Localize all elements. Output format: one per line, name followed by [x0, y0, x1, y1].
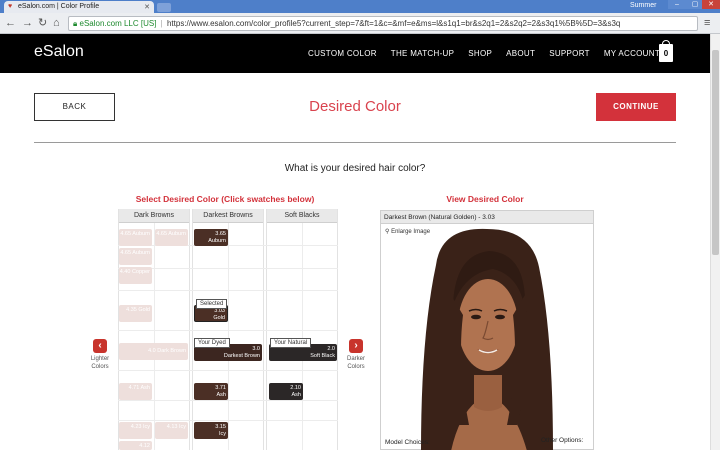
continue-button[interactable]: CONTINUE: [596, 93, 676, 121]
face: [458, 279, 518, 371]
column-header: Soft Blacks: [267, 209, 337, 223]
nav-support[interactable]: SUPPORT: [549, 49, 590, 58]
nav-custom-color[interactable]: CUSTOM COLOR: [308, 49, 377, 58]
swatch-3-15-icy[interactable]: 3.15 Icy: [194, 422, 228, 439]
site-logo[interactable]: eSalon: [34, 43, 84, 61]
other-options-label: Other Options:: [541, 437, 584, 444]
swatch-name: Ash: [216, 391, 226, 398]
swatch-name: Soft Black: [310, 352, 335, 359]
question-heading: What is your desired hair color?: [284, 163, 426, 174]
swatch-4-65-auburn[interactable]: 4.65 Auburn: [155, 229, 188, 246]
swatch-4-35-gold[interactable]: 4.35 Gold: [119, 305, 152, 322]
select-color-title: Select Desired Color (Click swatches bel…: [135, 194, 315, 204]
model-portrait-image: [421, 228, 553, 450]
column-header: Darkest Browns: [193, 209, 263, 223]
grid-line: [228, 223, 229, 450]
url-text: https://www.esalon.com/color_profile5?cu…: [166, 19, 621, 28]
swatch-name: Gold: [213, 314, 225, 321]
eye-left: [471, 314, 481, 320]
forward-arrow-icon[interactable]: →: [22, 16, 33, 30]
column-header: Dark Browns: [119, 209, 189, 223]
swatch-name: Auburn: [208, 237, 226, 244]
address-bar-row: ← → ↻ ⌂ 🔒︎ eSalon.com LLC [US] | https:/…: [0, 13, 720, 34]
eye-right: [495, 314, 505, 320]
view-color-title: View Desired Color: [446, 194, 524, 204]
browser-tab-strip: ♥ eSalon.com | Color Profile ✕ Summer – …: [0, 0, 720, 13]
certificate-label[interactable]: eSalon.com LLC [US]: [80, 19, 157, 28]
browser-tab[interactable]: ♥ eSalon.com | Color Profile ✕: [4, 1, 154, 13]
close-tab-icon[interactable]: ✕: [144, 3, 150, 11]
reload-icon[interactable]: ↻: [38, 16, 47, 30]
swatch-4-13-icy[interactable]: 4.13 Icy: [155, 422, 188, 439]
scrollbar-thumb[interactable]: [712, 50, 719, 255]
darker-colors-button[interactable]: ›: [349, 339, 363, 353]
chevron-right-icon: ›: [354, 340, 358, 351]
your-natural-tag: Your Natural: [270, 338, 312, 348]
darker-colors-label: Darker Colors: [341, 355, 371, 371]
nav-about[interactable]: ABOUT: [506, 49, 535, 58]
neck: [474, 375, 502, 411]
swatch-4-40-copper[interactable]: 4.40 Copper: [119, 267, 152, 284]
swatch-4-0-dark-brown[interactable]: 4.0 Dark Brown: [119, 343, 188, 360]
url-input[interactable]: 🔒︎ eSalon.com LLC [US] | https://www.esa…: [68, 16, 698, 31]
swatch-name: Ash: [291, 391, 301, 398]
swatch-4-65-auburn[interactable]: 4.65 Auburn: [119, 229, 152, 246]
swatch-4-12[interactable]: 4.12: [119, 441, 152, 450]
chevron-left-icon: ‹: [98, 340, 102, 351]
shopping-bag-icon[interactable]: 0: [659, 40, 673, 62]
grid-line: [302, 223, 303, 450]
new-tab-button[interactable]: [157, 3, 171, 12]
browser-user-name[interactable]: Summer: [630, 0, 656, 9]
main-nav: CUSTOM COLOR THE MATCH-UP SHOP ABOUT SUP…: [308, 49, 674, 58]
swatch-4-71-ash[interactable]: 4.71 Ash: [119, 383, 152, 400]
nav-the-match-up[interactable]: THE MATCH-UP: [391, 49, 454, 58]
lighter-colors-button[interactable]: ‹: [93, 339, 107, 353]
darker-label-line: Colors: [347, 364, 365, 370]
darker-label-line: Darker: [346, 356, 365, 362]
nav-shop[interactable]: SHOP: [468, 49, 492, 58]
swatch-2-10-ash[interactable]: 2.10 Ash: [269, 383, 303, 400]
swatch-4-23-icy[interactable]: 4.23 Icy: [119, 422, 152, 439]
selected-tag: Selected: [196, 299, 228, 309]
swatch-name: Darkest Brown: [223, 352, 260, 359]
swatch-4-65-auburn[interactable]: 4.65 Auburn: [119, 248, 152, 265]
page-title: Desired Color: [309, 98, 401, 115]
swatch-name: Icy: [218, 430, 226, 437]
site-header: eSalon CUSTOM COLOR THE MATCH-UP SHOP AB…: [0, 34, 710, 73]
model-choices-label: Model Choices:: [385, 439, 430, 446]
cart-count: 0: [663, 49, 669, 58]
lighter-label-line: Colors: [91, 364, 109, 370]
favicon-icon: ♥: [8, 3, 13, 10]
swatch-3-71-ash[interactable]: 3.71 Ash: [194, 383, 228, 400]
tab-title: eSalon.com | Color Profile: [18, 3, 100, 10]
lock-icon: 🔒︎: [73, 19, 78, 28]
url-separator: |: [160, 19, 163, 28]
back-button[interactable]: BACK: [34, 93, 115, 121]
preview-swatch-name: Darkest Brown (Natural Golden) - 3.03: [381, 211, 593, 224]
home-icon[interactable]: ⌂: [53, 16, 60, 30]
swatch-3-65-auburn[interactable]: 3.65 Auburn: [194, 229, 228, 246]
browser-menu-icon[interactable]: ≡: [704, 17, 710, 29]
color-preview-panel: Darkest Brown (Natural Golden) - 3.03 ⚲ …: [380, 210, 594, 450]
close-window-icon[interactable]: ✕: [702, 0, 720, 9]
minimize-icon[interactable]: –: [668, 0, 686, 9]
lighter-label-line: Lighter: [90, 356, 110, 362]
divider: [34, 142, 676, 143]
lighter-colors-label: Lighter Colors: [85, 355, 115, 371]
grid-line: [154, 223, 155, 450]
nav-my-account[interactable]: MY ACCOUNT: [604, 49, 660, 58]
your-dyed-tag: Your Dyed: [194, 338, 230, 348]
page-scrollbar[interactable]: [710, 34, 720, 450]
back-arrow-icon[interactable]: ←: [5, 16, 16, 30]
